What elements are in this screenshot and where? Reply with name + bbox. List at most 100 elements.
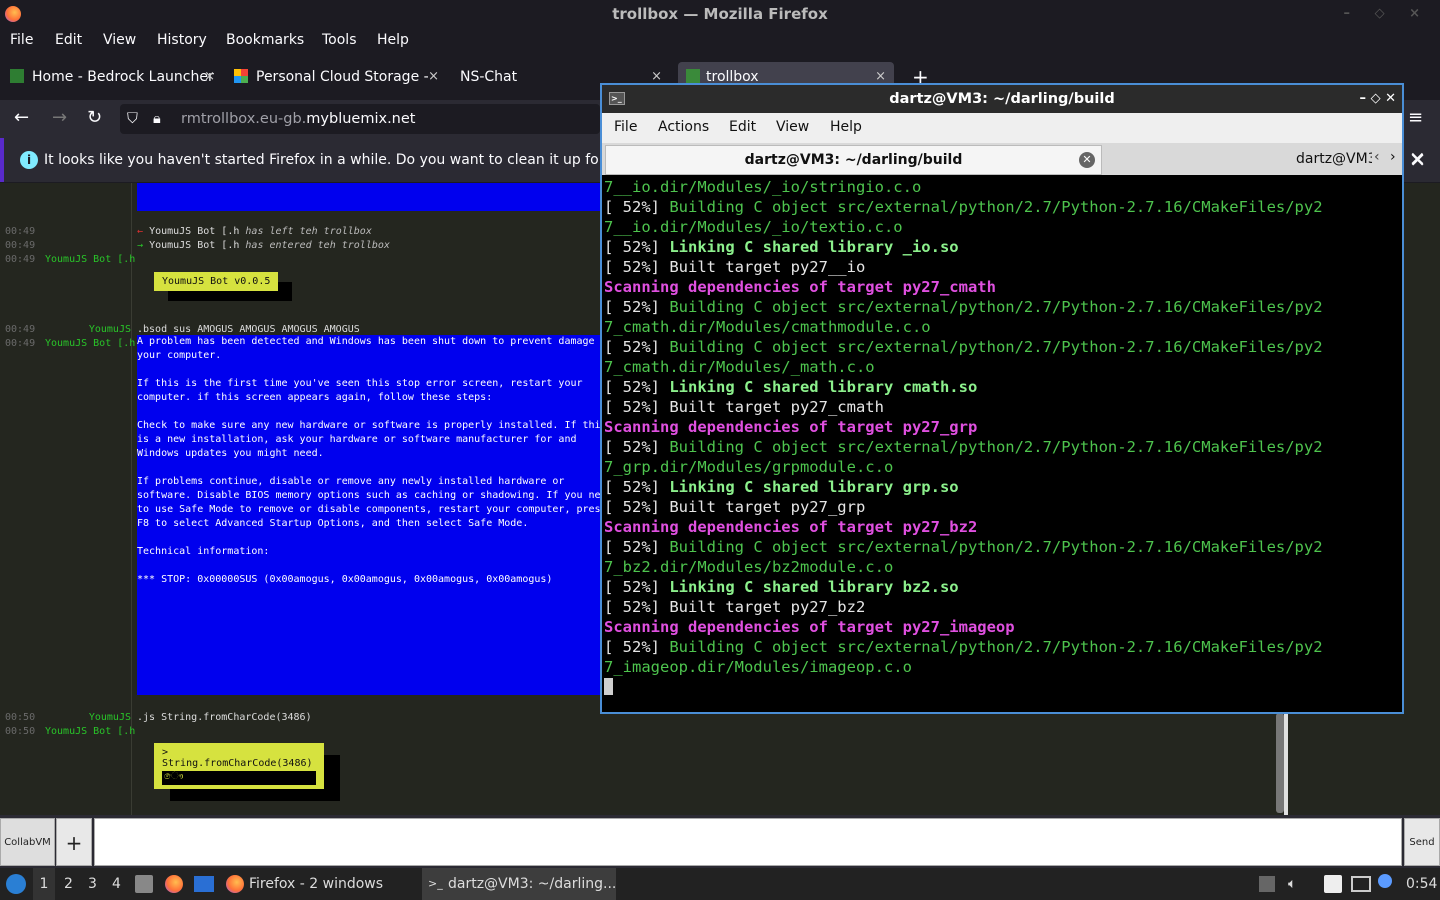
chat-input[interactable]	[94, 818, 1402, 866]
terminal-tab-inactive[interactable]: dartz@VM3	[1296, 145, 1372, 175]
terminal-line-text: Linking C shared library bz2.so	[669, 578, 959, 596]
reload-icon[interactable]: ↻	[87, 108, 102, 128]
workspace-2[interactable]: 2	[64, 868, 73, 900]
terminal-line-text: 7_bz2.dir/Modules/bz2module.c.o	[604, 558, 894, 576]
send-button[interactable]: Send	[1404, 818, 1440, 866]
menu-file[interactable]: File	[10, 32, 33, 48]
chat-nick[interactable]: YoumuJS Bot [.h]	[45, 254, 135, 265]
terminal-line: [ 52%] Built target py27_bz2	[604, 597, 1400, 617]
terminal-line: 7_bz2.dir/Modules/bz2module.c.o	[604, 557, 1400, 577]
terminal-progress: [ 52%]	[604, 398, 670, 416]
terminal-line-text: 7__io.dir/Modules/_io/textio.c.o	[604, 218, 903, 236]
terminal-menu-help[interactable]: Help	[830, 119, 862, 135]
terminal-line-text: 7_cmath.dir/Modules/_math.c.o	[604, 358, 875, 376]
terminal-progress: [ 52%]	[604, 238, 670, 256]
terminal-line-text: Built target py27_cmath	[669, 398, 884, 416]
menu-help[interactable]: Help	[377, 32, 409, 48]
chat-nick[interactable]: YoumuJS Bot [.h]	[45, 726, 135, 737]
terminal-output[interactable]: 7__io.dir/Modules/_io/stringio.c.o[ 52%]…	[604, 177, 1400, 712]
clipboard-icon[interactable]	[1324, 875, 1342, 893]
volume-icon[interactable]: 🔈︎	[1288, 868, 1296, 900]
terminal-tab-close-icon[interactable]: ✕	[1079, 152, 1095, 168]
shield-icon[interactable]: ⛉	[127, 104, 138, 134]
timestamp: 00:49	[5, 226, 36, 237]
terminal-line: [ 52%] Linking C shared library grp.so	[604, 477, 1400, 497]
chat-message: ← YoumuJS Bot [.h has left teh trollbox	[137, 226, 372, 237]
terminal-line: 7_grp.dir/Modules/grpmodule.c.o	[604, 457, 1400, 477]
tab-close-icon[interactable]: ×	[428, 62, 439, 92]
firefox-launcher-icon[interactable]	[165, 875, 183, 893]
terminal-cursor	[604, 678, 613, 695]
terminal-line-text: Scanning dependencies of target py27_grp	[604, 418, 978, 436]
chat-nick[interactable]: YoumuJS	[6, 324, 131, 335]
desktop-icon[interactable]	[194, 876, 214, 892]
terminal-line-text: Scanning dependencies of target py27_ima…	[604, 618, 1015, 636]
chat-nick[interactable]: YoumuJS Bot [.h]	[45, 338, 135, 349]
firefox-task[interactable]: Firefox - 2 windows	[249, 868, 383, 900]
notification-tray-icon[interactable]	[1378, 874, 1392, 888]
menu-history[interactable]: History	[157, 32, 207, 48]
terminal-task[interactable]: dartz@VM3: ~/darling...	[422, 868, 616, 900]
terminal-line-text: Building C object src/external/python/2.…	[669, 538, 1323, 556]
screen-icon[interactable]	[1351, 876, 1371, 892]
tab-personal-cloud-storage[interactable]: Personal Cloud Storage - ×	[234, 62, 439, 92]
tab-scroll-left-icon[interactable]: ‹	[1374, 149, 1380, 165]
terminal-line-text: 7__io.dir/Modules/_io/stringio.c.o	[604, 178, 922, 196]
terminal-task-icon: >_	[428, 877, 443, 890]
workspace-1[interactable]: 1	[33, 868, 55, 900]
terminal-line: 7__io.dir/Modules/_io/textio.c.o	[604, 217, 1400, 237]
terminal-line-text: Building C object src/external/python/2.…	[669, 438, 1323, 456]
bedrock-favicon-icon	[10, 69, 24, 83]
trollbox-favicon-icon	[686, 69, 700, 83]
tab-bedrock-launcher[interactable]: Home - Bedrock Launcher ×	[10, 62, 215, 92]
url-text: rmtrollbox.eu-gb.mybluemix.net	[181, 111, 416, 127]
menu-view[interactable]: View	[103, 32, 136, 48]
terminal-menu-edit[interactable]: Edit	[729, 119, 756, 135]
terminal-line-text: Scanning dependencies of target py27_bz2	[604, 518, 978, 536]
terminal-progress: [ 52%]	[604, 338, 670, 356]
terminal-menu-file[interactable]: File	[614, 119, 637, 135]
window-controls[interactable]: – ◇ ×	[1344, 0, 1430, 28]
chat-scrollbar[interactable]	[1276, 713, 1284, 813]
chat-divider	[131, 183, 132, 815]
chat-nick[interactable]: YoumuJS	[6, 712, 131, 723]
terminal-line: [ 52%] Building C object src/external/py…	[604, 197, 1400, 217]
terminal-tab-active[interactable]: dartz@VM3: ~/darling/build ✕	[605, 145, 1102, 175]
menu-bookmarks[interactable]: Bookmarks	[226, 32, 304, 48]
terminal-line: Scanning dependencies of target py27_grp	[604, 417, 1400, 437]
terminal-line: [ 52%] Linking C shared library _io.so	[604, 237, 1400, 257]
room-button[interactable]: CollabVM	[0, 818, 55, 866]
notification-close-icon-right[interactable]: ✕	[1409, 147, 1426, 171]
menu-edit[interactable]: Edit	[55, 32, 82, 48]
terminal-menu-view[interactable]: View	[776, 119, 809, 135]
url-bar[interactable]: ⛉ 🔒︎ rmtrollbox.eu-gb.mybluemix.net	[120, 104, 600, 134]
terminal-tab-bar: dartz@VM3: ~/darling/build ✕ dartz@VM3 ‹…	[602, 143, 1402, 175]
tab-scroll-right-icon[interactable]: ›	[1390, 149, 1396, 165]
terminal-line-text: Linking C shared library grp.so	[669, 478, 959, 496]
terminal-titlebar[interactable]: >_ dartz@VM3: ~/darling/build – ◇ ✕	[602, 85, 1402, 113]
workspace-4[interactable]: 4	[112, 868, 121, 900]
terminal-line: [ 52%] Building C object src/external/py…	[604, 337, 1400, 357]
terminal-line-text: Building C object src/external/python/2.…	[669, 638, 1323, 656]
forward-arrow-icon[interactable]: →	[52, 108, 67, 128]
terminal-line: 7_cmath.dir/Modules/cmathmodule.c.o	[604, 317, 1400, 337]
menu-tools[interactable]: Tools	[322, 32, 357, 48]
terminal-window-controls[interactable]: – ◇ ✕	[1360, 85, 1396, 113]
back-arrow-icon[interactable]: ←	[14, 108, 29, 128]
terminal-line: Scanning dependencies of target py27_cma…	[604, 277, 1400, 297]
workspace-3[interactable]: 3	[88, 868, 97, 900]
terminal-menu-actions[interactable]: Actions	[658, 119, 709, 135]
tab-close-icon[interactable]: ×	[204, 62, 215, 92]
eject-icon[interactable]	[1259, 876, 1275, 892]
chat-scroll-rail	[1284, 713, 1288, 815]
terminal-line: 7_cmath.dir/Modules/_math.c.o	[604, 357, 1400, 377]
file-manager-icon[interactable]	[135, 875, 153, 893]
start-menu-icon[interactable]	[6, 874, 26, 894]
timestamp: 00:49	[5, 254, 36, 265]
terminal-line: [ 52%] Linking C shared library bz2.so	[604, 577, 1400, 597]
terminal-line: 7_imageop.dir/Modules/imageop.c.o	[604, 657, 1400, 677]
terminal-line-text: Linking C shared library cmath.so	[669, 378, 978, 396]
lock-icon[interactable]: 🔒︎	[153, 104, 161, 134]
plus-button[interactable]: +	[56, 818, 92, 866]
hamburger-menu-icon[interactable]: ≡	[1408, 108, 1423, 128]
